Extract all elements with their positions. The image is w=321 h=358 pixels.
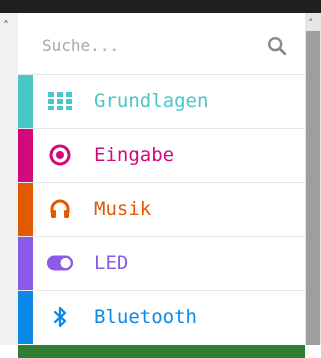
category-label: Eingabe [94, 144, 175, 166]
target-icon [46, 143, 74, 167]
category-led[interactable]: LED [18, 236, 305, 290]
search-input[interactable] [40, 33, 254, 57]
category-color-stripe [18, 291, 33, 344]
scroll-up-caret-left[interactable]: ˄ [3, 19, 9, 33]
category-bluetooth[interactable]: Bluetooth [18, 290, 305, 344]
headphones-icon [46, 197, 74, 221]
toggle-icon [46, 251, 74, 275]
category-eingabe[interactable]: Eingabe [18, 128, 305, 182]
category-color-stripe [18, 183, 33, 236]
next-category-edge [18, 345, 305, 358]
category-color-stripe [18, 75, 33, 128]
bluetooth-icon [46, 305, 74, 329]
category-label: Musik [94, 198, 152, 220]
scrollbar-thumb[interactable] [306, 31, 320, 345]
category-label: LED [94, 252, 129, 274]
category-color-stripe [18, 129, 33, 182]
window-top-bar [0, 0, 321, 13]
scroll-up-caret[interactable]: ˄ [308, 17, 314, 30]
toolbox-panel: Grundlagen Eingabe Musik [18, 13, 305, 358]
search-icon[interactable] [266, 35, 288, 57]
category-color-stripe [18, 237, 33, 290]
category-label: Bluetooth [94, 306, 197, 328]
left-gutter: ˄ [0, 13, 18, 345]
scrollbar[interactable]: ˄ [305, 13, 321, 345]
search-bar [18, 13, 305, 74]
category-grundlagen[interactable]: Grundlagen [18, 74, 305, 128]
category-label: Grundlagen [94, 90, 209, 112]
grid-icon [46, 89, 74, 113]
category-musik[interactable]: Musik [18, 182, 305, 236]
